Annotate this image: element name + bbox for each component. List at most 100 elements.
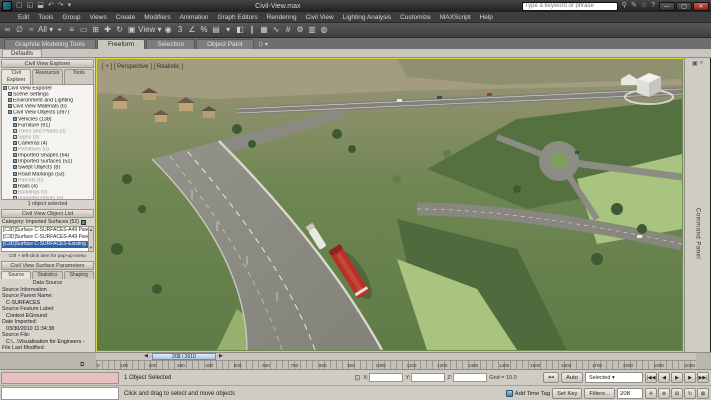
minimize-button[interactable]: — bbox=[659, 2, 675, 11]
time-slider-thumb[interactable]: 208 / 2610 bbox=[152, 353, 216, 360]
z-coord-field[interactable] bbox=[453, 373, 487, 382]
go-to-start-icon[interactable]: |◀◀ bbox=[645, 372, 657, 383]
menu-item[interactable]: Tools bbox=[34, 14, 57, 21]
search-icon[interactable]: ⚲ bbox=[620, 1, 629, 11]
auto-key-button[interactable]: Auto bbox=[561, 372, 583, 383]
next-frame-icon[interactable]: ▶ bbox=[684, 372, 696, 383]
maxscript-mini-listener-white[interactable] bbox=[1, 387, 119, 400]
redo-icon[interactable]: ↷ bbox=[56, 1, 66, 11]
explorer-tab[interactable]: Resources bbox=[32, 69, 62, 84]
viewport-label[interactable]: [ + ] [ Perspective ] [ Realistic ] bbox=[102, 64, 183, 70]
ribbon-tab[interactable]: Object Paint bbox=[196, 39, 253, 49]
rect-selection-region-icon[interactable]: ▭ bbox=[78, 24, 89, 36]
menu-item[interactable]: Group bbox=[58, 14, 84, 21]
orbit-view-icon[interactable]: ↻ bbox=[684, 388, 696, 399]
menu-item[interactable]: Graph Editors bbox=[214, 14, 262, 21]
render-setup-icon[interactable]: ⚙ bbox=[295, 24, 306, 36]
surface-params-header[interactable]: Civil View Surface Parameters bbox=[1, 261, 94, 270]
bind-to-spacewarp-icon[interactable]: ≈ bbox=[26, 24, 37, 36]
go-to-end-icon[interactable]: ▶▶| bbox=[697, 372, 709, 383]
workspace-dropdown-icon[interactable]: ▾ bbox=[66, 1, 74, 11]
use-pivot-center-icon[interactable]: ◉ bbox=[163, 24, 174, 36]
selection-lock-icon[interactable]: ⊡ bbox=[353, 374, 361, 382]
open-mini-trackbar-icon[interactable]: ⧉ bbox=[80, 362, 84, 369]
select-by-name-icon[interactable]: ≡ bbox=[66, 24, 77, 36]
object-list-scrollbar[interactable]: ▲ ▼ bbox=[88, 227, 93, 251]
key-mode-dropdown[interactable]: Selected ▾ bbox=[585, 372, 643, 383]
time-slider-prev-icon[interactable]: ◀ bbox=[144, 353, 148, 360]
schematic-view-icon[interactable]: # bbox=[283, 24, 294, 36]
surface-params-tab[interactable]: Shaping bbox=[64, 271, 94, 279]
ribbon-tab[interactable]: Graphite Modeling Tools bbox=[4, 39, 96, 49]
save-file-icon[interactable]: ⬓ bbox=[35, 1, 46, 11]
object-list-item[interactable]: [C3D]Surface C-SURFACES-A49 PavedSur bbox=[2, 227, 93, 234]
category-color-swatch[interactable] bbox=[81, 220, 86, 225]
menu-item[interactable]: Rendering bbox=[263, 14, 301, 21]
favorites-icon[interactable]: ☆ bbox=[639, 1, 649, 11]
scroll-down-icon[interactable]: ▼ bbox=[89, 245, 93, 251]
unlink-selection-icon[interactable]: ∅ bbox=[14, 24, 25, 36]
open-file-icon[interactable]: ◱ bbox=[25, 1, 36, 11]
communication-center-icon[interactable]: ✎ bbox=[629, 1, 639, 11]
ribbon-tab[interactable]: Freeform bbox=[97, 39, 145, 49]
undo-icon[interactable]: ↶ bbox=[46, 1, 56, 11]
select-and-scale-icon[interactable]: ▣ bbox=[126, 24, 137, 36]
previous-frame-icon[interactable]: ◀ bbox=[658, 372, 670, 383]
select-object-icon[interactable]: ⌖ bbox=[54, 24, 65, 36]
command-panel-strip[interactable]: ▣» Command Panel bbox=[684, 58, 710, 352]
menu-item[interactable]: Lighting Analysis bbox=[339, 14, 395, 21]
time-slider-next-icon[interactable]: ▶ bbox=[219, 353, 223, 360]
object-list-item[interactable]: [C3D]Surface C-SURFACES-Existing 100m bbox=[2, 241, 93, 248]
render-production-icon[interactable]: ◍ bbox=[319, 24, 330, 36]
maxscript-mini-listener-pink[interactable] bbox=[1, 372, 119, 384]
menu-item[interactable]: Edit bbox=[14, 14, 33, 21]
object-list-item[interactable]: [C3D]Surface C-SURFACES-A49 PavedSur bbox=[2, 234, 93, 241]
play-icon[interactable]: ▶ bbox=[671, 372, 683, 383]
layer-manager-icon[interactable]: ▦ bbox=[259, 24, 270, 36]
window-crossing-icon[interactable]: ⊞ bbox=[90, 24, 101, 36]
pan-view-icon[interactable]: ✛ bbox=[645, 388, 657, 399]
select-and-move-icon[interactable]: ✚ bbox=[102, 24, 113, 36]
command-panel-pin-icon[interactable]: ▣ bbox=[692, 60, 698, 67]
zoom-extents-icon[interactable]: ⊞ bbox=[671, 388, 683, 399]
key-filters-button[interactable]: Filters... bbox=[584, 388, 615, 399]
surface-params-tab[interactable]: Source bbox=[1, 271, 31, 279]
explorer-header[interactable]: Civil View Explorer bbox=[1, 59, 94, 68]
new-scene-icon[interactable]: ▢ bbox=[14, 1, 25, 11]
set-keys-button[interactable]: ⊷ bbox=[543, 372, 559, 383]
add-time-tag[interactable]: Add Time Tag bbox=[506, 390, 550, 397]
menu-item[interactable]: MAXScript bbox=[436, 14, 475, 21]
explorer-tab[interactable]: Civil Explorer bbox=[1, 69, 31, 84]
x-coord-field[interactable] bbox=[369, 373, 403, 382]
named-selection-set-dropdown[interactable]: ▾ bbox=[223, 24, 234, 36]
command-panel-collapse-icon[interactable]: » bbox=[700, 60, 703, 67]
zoom-view-icon[interactable]: ⊕ bbox=[658, 388, 670, 399]
current-frame-field[interactable] bbox=[617, 388, 643, 399]
menu-item[interactable]: Civil View bbox=[302, 14, 338, 21]
select-and-rotate-icon[interactable]: ↻ bbox=[114, 24, 125, 36]
curve-editor-icon[interactable]: ∿ bbox=[271, 24, 282, 36]
help-icon[interactable]: ? bbox=[649, 1, 657, 11]
close-button[interactable]: ✕ bbox=[693, 2, 709, 11]
ribbon-overflow-icon[interactable]: ⟨⟩ ▾ bbox=[259, 41, 268, 49]
defaults-tab[interactable]: Defaults bbox=[2, 49, 42, 57]
explorer-tab[interactable]: Tools bbox=[64, 69, 94, 84]
rendered-frame-window-icon[interactable]: ▥ bbox=[307, 24, 318, 36]
menu-item[interactable]: Help bbox=[476, 14, 497, 21]
perspective-viewport[interactable]: [ + ] [ Perspective ] [ Realistic ] bbox=[96, 58, 684, 352]
menu-item[interactable]: Animation bbox=[176, 14, 213, 21]
menu-item[interactable]: Modifiers bbox=[140, 14, 174, 21]
3dsmax-logo-icon[interactable] bbox=[2, 1, 12, 11]
y-coord-field[interactable] bbox=[411, 373, 445, 382]
angle-snap-icon[interactable]: ∠ bbox=[187, 24, 198, 36]
ribbon-tab[interactable]: Selection bbox=[146, 39, 195, 49]
time-slider-track[interactable]: ◀ 208 / 2610 ▶ bbox=[96, 353, 696, 361]
scroll-up-icon[interactable]: ▲ bbox=[89, 227, 93, 233]
set-key-button[interactable]: Set Key bbox=[552, 388, 582, 399]
snap-toggle-3d-icon[interactable]: 3 bbox=[175, 24, 186, 36]
maximize-viewport-icon[interactable]: ⊠ bbox=[697, 388, 709, 399]
select-and-link-icon[interactable]: ∞ bbox=[2, 24, 13, 36]
maximize-button[interactable]: ▢ bbox=[676, 2, 692, 11]
edit-named-selection-sets-icon[interactable]: ▤ bbox=[211, 24, 222, 36]
object-list-header[interactable]: Civil View Object List bbox=[1, 209, 94, 218]
